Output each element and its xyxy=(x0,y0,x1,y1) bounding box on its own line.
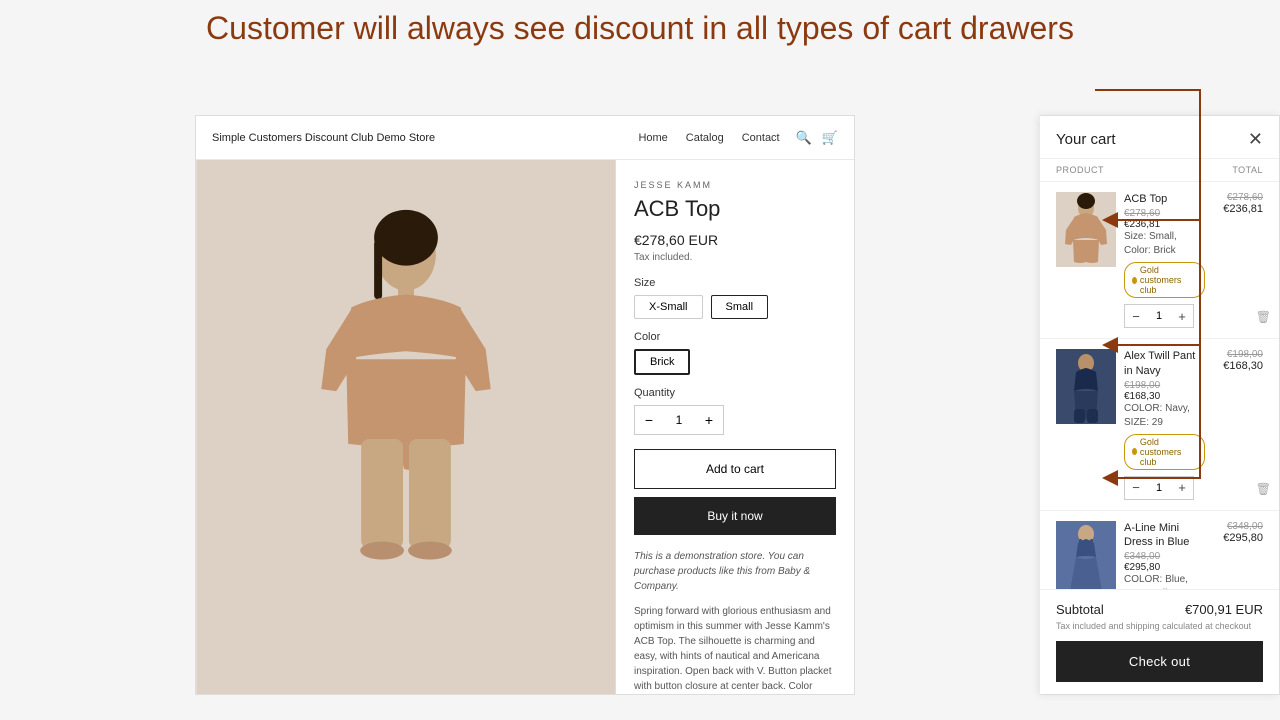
color-label: Color xyxy=(634,331,836,343)
nav-links: Home Catalog Contact xyxy=(638,132,779,144)
cart-close-button[interactable]: ✕ xyxy=(1248,130,1263,148)
cart-delete-button[interactable]: 🗑 xyxy=(1256,310,1271,324)
cart-qty-increase[interactable]: + xyxy=(1171,305,1193,327)
cart-total-sale: €236,81 xyxy=(1213,203,1263,215)
cart-item: Alex Twill Pant in Navy €198,00 €168,30 … xyxy=(1040,339,1279,511)
product-info: JESSE KAMM ACB Top €278,60 EUR Tax inclu… xyxy=(616,160,854,694)
product-image xyxy=(196,160,616,694)
cart-item-details: ACB Top €278,60 €236,81 Size: Small,Colo… xyxy=(1124,192,1205,328)
headline-annotation: Customer will always see discount in all… xyxy=(0,10,1280,47)
store-navbar: Simple Customers Discount Club Demo Stor… xyxy=(196,116,854,160)
cart-item-total: €278,60 €236,81 xyxy=(1213,192,1263,328)
cart-total-original: €348,00 xyxy=(1213,521,1263,532)
subtotal-value: €700,91 EUR xyxy=(1185,602,1263,617)
cart-header: Your cart ✕ xyxy=(1040,116,1279,159)
qty-value: 1 xyxy=(663,413,695,427)
qty-controls: − 1 + xyxy=(634,405,724,435)
cart-item-qty-controls: − 1 + xyxy=(1124,304,1194,328)
cart-item-sale-price: €168,30 xyxy=(1124,391,1205,402)
cart-item-details: Alex Twill Pant in Navy €198,00 €168,30 … xyxy=(1124,349,1205,500)
cart-qty-decrease[interactable]: − xyxy=(1125,305,1147,327)
description-promo: This is a demonstration store. You can p… xyxy=(634,549,836,594)
add-to-cart-button[interactable]: Add to cart xyxy=(634,449,836,489)
nav-icons: 🔍 🛒 xyxy=(796,130,838,146)
cart-item: ACB Top €278,60 €236,81 Size: Small,Colo… xyxy=(1040,182,1279,339)
cart-qty-increase[interactable]: + xyxy=(1171,477,1193,499)
description-main: Spring forward with glorious enthusiasm … xyxy=(634,604,836,694)
gold-dot-icon xyxy=(1132,277,1137,284)
cart-item-image xyxy=(1056,349,1116,424)
badge-label: Gold customers club xyxy=(1140,265,1197,295)
cart-icon[interactable]: 🛒 xyxy=(822,130,838,146)
buy-now-button[interactable]: Buy it now xyxy=(634,497,836,535)
cart-total-original: €278,60 xyxy=(1213,192,1263,203)
cart-item-total: €198,00 €168,30 xyxy=(1213,349,1263,500)
cart-item-sale-price: €295,80 xyxy=(1124,562,1205,573)
cart-item: A-Line Mini Dress in Blue €348,00 €295,8… xyxy=(1040,511,1279,589)
store-logo: Simple Customers Discount Club Demo Stor… xyxy=(212,132,638,144)
gold-dot-icon xyxy=(1132,448,1137,455)
cart-item-attrs: COLOR: Navy,SIZE: 29 xyxy=(1124,402,1205,430)
gold-badge: Gold customers club xyxy=(1124,262,1205,298)
cart-item-attrs: COLOR: Blue,SIZE: Italian 42 xyxy=(1124,573,1205,589)
product-brand: JESSE KAMM xyxy=(634,180,836,190)
search-icon[interactable]: 🔍 xyxy=(796,130,812,146)
cart-item-original-price: €278,60 xyxy=(1124,208,1205,219)
cart-total-sale: €295,80 xyxy=(1213,532,1263,544)
cart-item-total: €348,00 €295,80 xyxy=(1213,521,1263,589)
cart-total-sale: €168,30 xyxy=(1213,360,1263,372)
qty-decrease[interactable]: − xyxy=(635,406,663,434)
cart-item-qty-controls: − 1 + xyxy=(1124,476,1194,500)
subtotal-label: Subtotal xyxy=(1056,602,1104,617)
cart-title: Your cart xyxy=(1056,131,1115,148)
gold-badge: Gold customers club xyxy=(1124,434,1205,470)
cart-column-headers: PRODUCT TOTAL xyxy=(1040,159,1279,182)
cart-item-name: A-Line Mini Dress in Blue xyxy=(1124,521,1205,550)
tax-note: Tax included. xyxy=(634,252,836,263)
cart-item-details: A-Line Mini Dress in Blue €348,00 €295,8… xyxy=(1124,521,1205,589)
cart-footer: Subtotal €700,91 EUR Tax included and sh… xyxy=(1040,589,1279,694)
checkout-button[interactable]: Check out xyxy=(1056,641,1263,682)
cart-delete-button[interactable]: 🗑 xyxy=(1256,482,1271,496)
color-brick[interactable]: Brick xyxy=(634,349,690,375)
cart-qty-decrease[interactable]: − xyxy=(1125,477,1147,499)
cart-total-original: €198,00 xyxy=(1213,349,1263,360)
col-product: PRODUCT xyxy=(1056,165,1104,175)
cart-item-attrs: Size: Small,Color: Brick xyxy=(1124,230,1205,258)
size-xsmall[interactable]: X-Small xyxy=(634,295,703,319)
badge-label: Gold customers club xyxy=(1140,437,1197,467)
size-options: X-Small Small xyxy=(634,295,836,319)
cart-item-original-price: €198,00 xyxy=(1124,380,1205,391)
cart-qty-value: 1 xyxy=(1147,310,1171,322)
store-frame: Simple Customers Discount Club Demo Stor… xyxy=(195,115,855,695)
cart-item-original-price: €348,00 xyxy=(1124,551,1205,562)
qty-increase[interactable]: + xyxy=(695,406,723,434)
cart-item-image xyxy=(1056,521,1116,589)
col-total: TOTAL xyxy=(1232,165,1263,175)
size-small[interactable]: Small xyxy=(711,295,769,319)
color-options: Brick xyxy=(634,349,836,375)
qty-label: Quantity xyxy=(634,387,836,399)
cart-item-sale-price: €236,81 xyxy=(1124,219,1205,230)
product-price: €278,60 EUR xyxy=(634,232,836,248)
cart-qty-value: 1 xyxy=(1147,482,1171,494)
product-title: ACB Top xyxy=(634,196,836,222)
size-label: Size xyxy=(634,277,836,289)
subtotal-row: Subtotal €700,91 EUR xyxy=(1056,602,1263,617)
nav-contact[interactable]: Contact xyxy=(742,132,780,144)
shipping-note: Tax included and shipping calculated at … xyxy=(1056,621,1263,631)
cart-item-name: ACB Top xyxy=(1124,192,1205,206)
cart-item-image xyxy=(1056,192,1116,267)
cart-drawer: Your cart ✕ PRODUCT TOTAL ACB Top xyxy=(1040,115,1280,695)
nav-catalog[interactable]: Catalog xyxy=(686,132,724,144)
cart-item-name: Alex Twill Pant in Navy xyxy=(1124,349,1205,378)
nav-home[interactable]: Home xyxy=(638,132,667,144)
cart-items-list: ACB Top €278,60 €236,81 Size: Small,Colo… xyxy=(1040,182,1279,589)
product-page: JESSE KAMM ACB Top €278,60 EUR Tax inclu… xyxy=(196,160,854,694)
